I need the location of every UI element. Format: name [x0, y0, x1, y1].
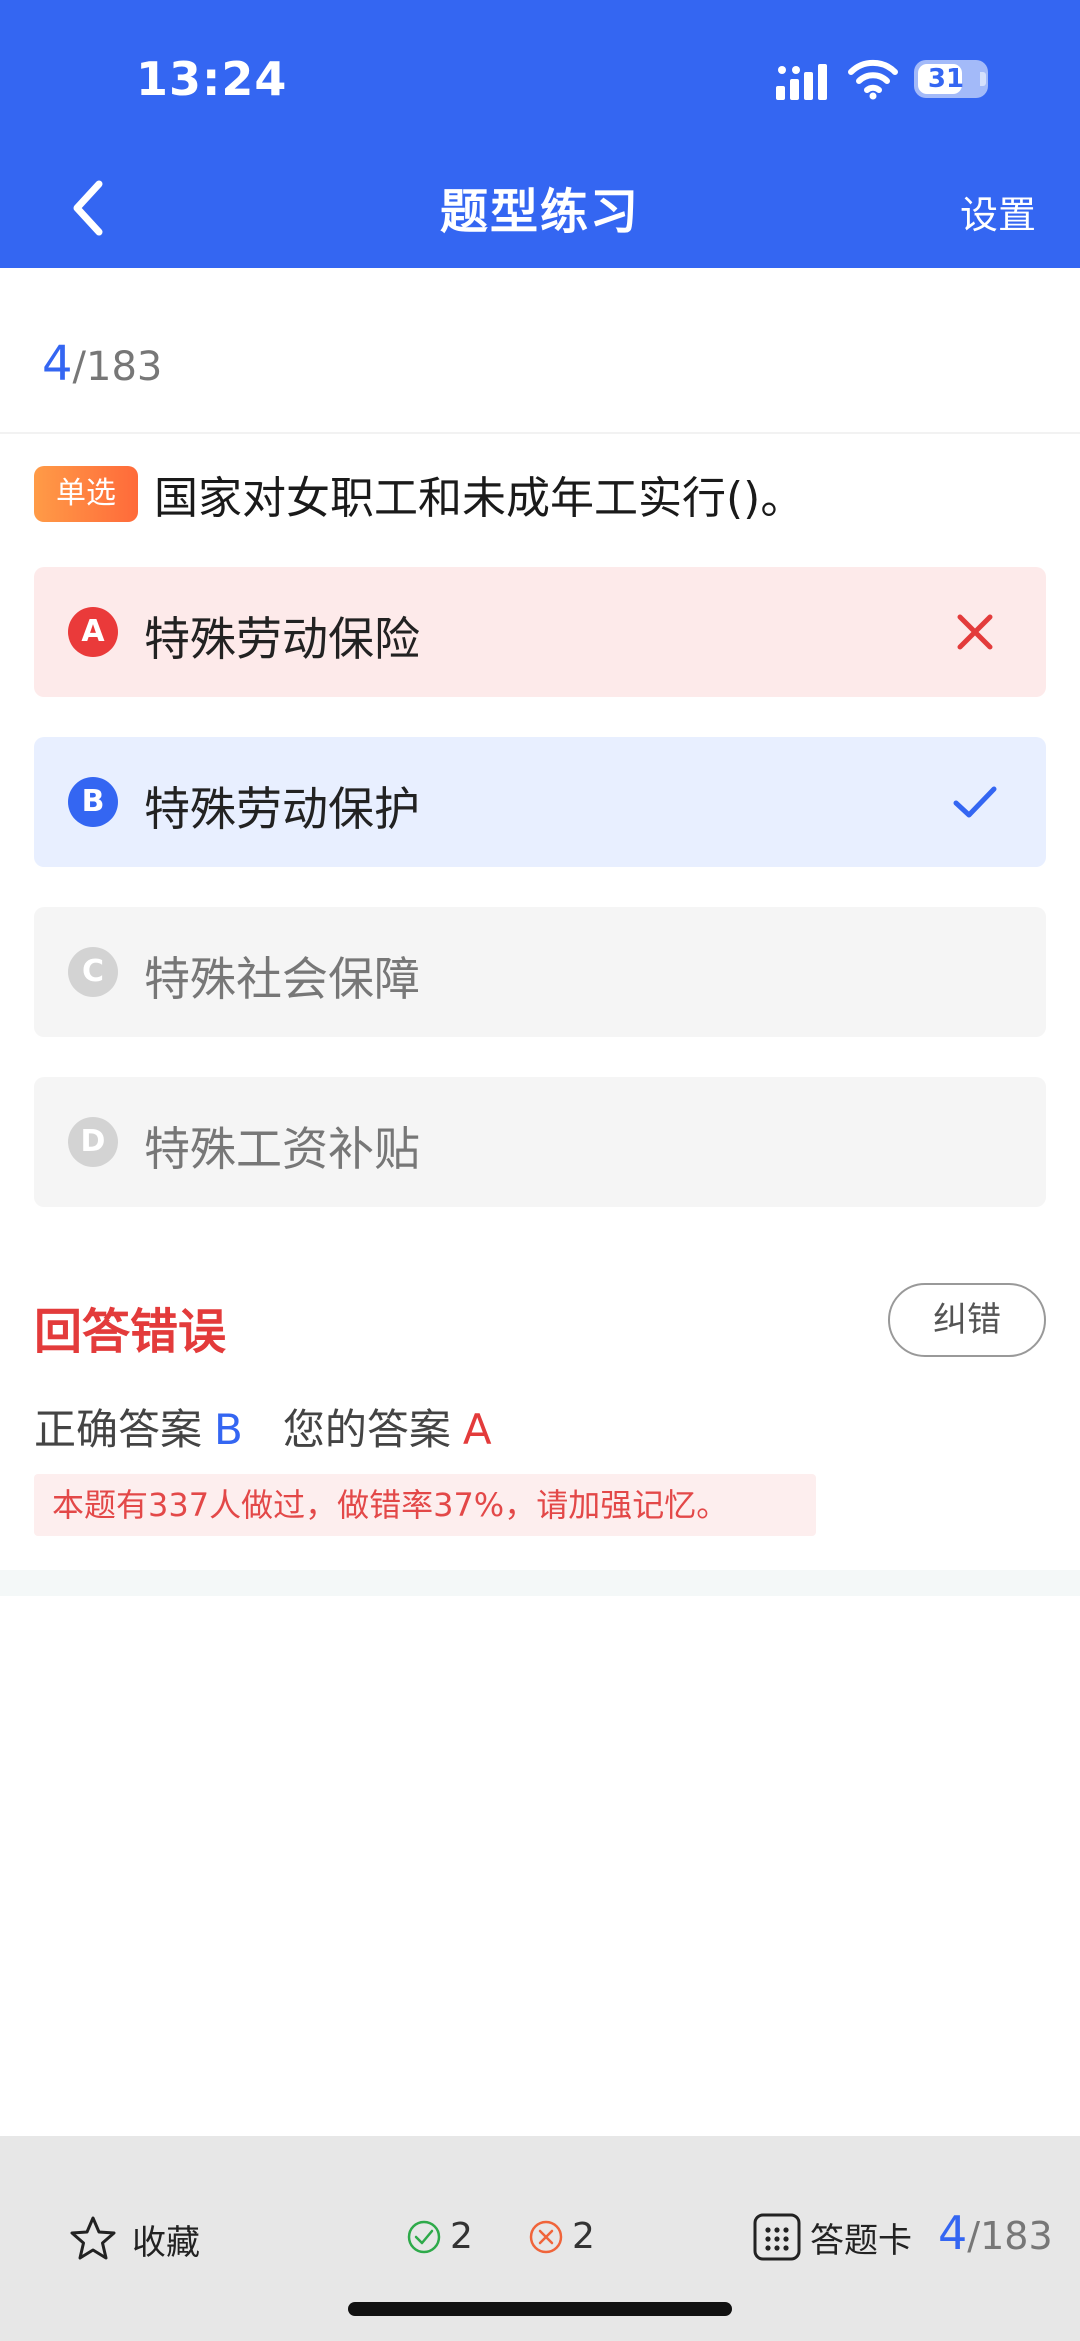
wrong-count-value: 2 [572, 2216, 595, 2257]
correct-answer-label: 正确答案 [34, 1405, 203, 1454]
grid-icon [753, 2213, 801, 2261]
battery-level: 31 [927, 64, 965, 94]
option-text: 特殊社会保障 [144, 952, 420, 1006]
your-answer-value: A [462, 1405, 492, 1454]
option-letter: D [68, 1117, 118, 1167]
right-count: 2 [406, 2216, 473, 2257]
option-text: 特殊工资补贴 [144, 1122, 420, 1176]
status-time: 13:24 [136, 52, 288, 106]
question-progress: 4/183 [42, 336, 162, 392]
home-indicator [348, 2302, 732, 2316]
progress-current: 4 [42, 336, 73, 392]
question-type-badge: 单选 [34, 466, 138, 522]
option-letter: B [68, 777, 118, 827]
favorite-button[interactable]: 收藏 [68, 2214, 200, 2264]
option-a[interactable]: A 特殊劳动保险 [34, 567, 1046, 697]
report-error-button[interactable]: 纠错 [888, 1283, 1046, 1357]
wifi-icon [848, 59, 898, 100]
check-circle-icon [407, 2220, 441, 2253]
option-letter: C [68, 947, 118, 997]
option-c[interactable]: C 特殊社会保障 [34, 907, 1046, 1037]
option-b[interactable]: B 特殊劳动保护 [34, 737, 1046, 867]
cross-icon [957, 614, 993, 650]
option-text: 特殊劳动保护 [144, 782, 420, 836]
your-answer-label: 您的答案 [282, 1405, 451, 1454]
right-count-value: 2 [450, 2216, 473, 2257]
header: 13:24 31 题型练习 设置 [0, 0, 1080, 268]
error-rate-note: 本题有337人做过，做错率37%，请加强记忆。 [34, 1474, 816, 1536]
wrong-count: 2 [528, 2216, 595, 2257]
progress-total: /183 [72, 344, 163, 390]
cross-circle-icon [529, 2220, 563, 2253]
settings-button[interactable]: 设置 [960, 184, 1036, 239]
star-icon [70, 2216, 116, 2260]
bottom-progress-current: 4 [938, 2206, 968, 2260]
answer-summary: 正确答案 B 您的答案 A [34, 1396, 492, 1457]
check-icon [953, 786, 997, 818]
page-title: 题型练习 [439, 184, 640, 240]
signal-icon [776, 64, 827, 100]
answer-card-label: 答题卡 [810, 2220, 912, 2261]
battery-icon: 31 [914, 60, 988, 98]
divider [0, 432, 1080, 434]
result-title: 回答错误 [34, 1304, 227, 1360]
battery-cap [980, 72, 986, 86]
bottom-progress: 4/183 [938, 2206, 1053, 2260]
bottom-progress-total: /183 [967, 2214, 1053, 2258]
option-letter: A [68, 607, 118, 657]
option-text: 特殊劳动保险 [144, 612, 420, 666]
question-text: 国家对女职工和未成年工实行()。 [154, 473, 805, 524]
correct-answer-value: B [214, 1405, 243, 1454]
answer-card-button[interactable]: 答题卡 [752, 2212, 912, 2262]
favorite-label: 收藏 [132, 2222, 200, 2263]
section-band [0, 1570, 1080, 1596]
practice-screen: 13:24 31 题型练习 设置 4/183 单选 国家对女职工和未成年工实行(… [0, 0, 1080, 2341]
option-d[interactable]: D 特殊工资补贴 [34, 1077, 1046, 1207]
